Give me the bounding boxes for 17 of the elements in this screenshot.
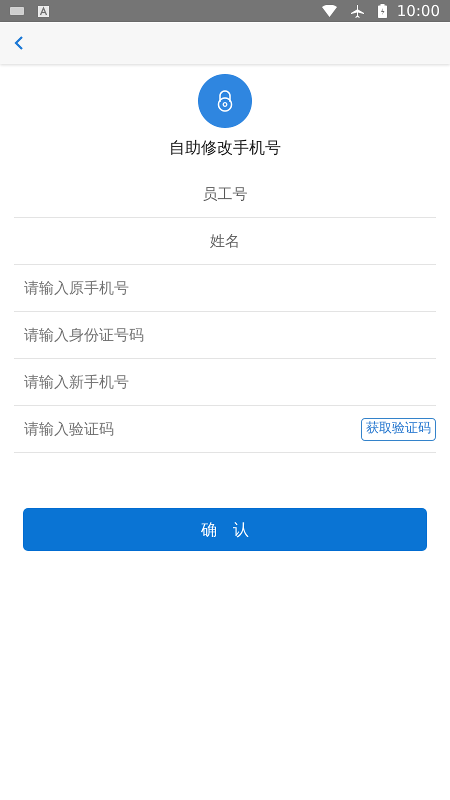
wifi-icon [322, 5, 337, 17]
keyboard-icon [10, 7, 24, 15]
lock-icon [198, 74, 252, 128]
page-title: 自助修改手机号 [169, 137, 281, 159]
input-field[interactable]: 请输入原手机号 [14, 265, 436, 311]
get-code-button[interactable]: 获取验证码 [361, 418, 436, 440]
airplane-icon [350, 4, 364, 18]
input-field[interactable]: 请输入验证码 [14, 406, 361, 452]
input-field[interactable]: 请输入新手机号 [14, 359, 436, 405]
confirm-button[interactable]: 确 认 [23, 508, 427, 551]
battery-icon [378, 4, 387, 18]
clock-time: 10:00 [396, 0, 440, 22]
input-field[interactable]: 请输入身份证号码 [14, 312, 436, 358]
back-icon[interactable] [14, 35, 24, 51]
field-label: 员工号 [202, 184, 248, 205]
field-label: 姓名 [209, 230, 241, 252]
font-icon [38, 6, 49, 16]
